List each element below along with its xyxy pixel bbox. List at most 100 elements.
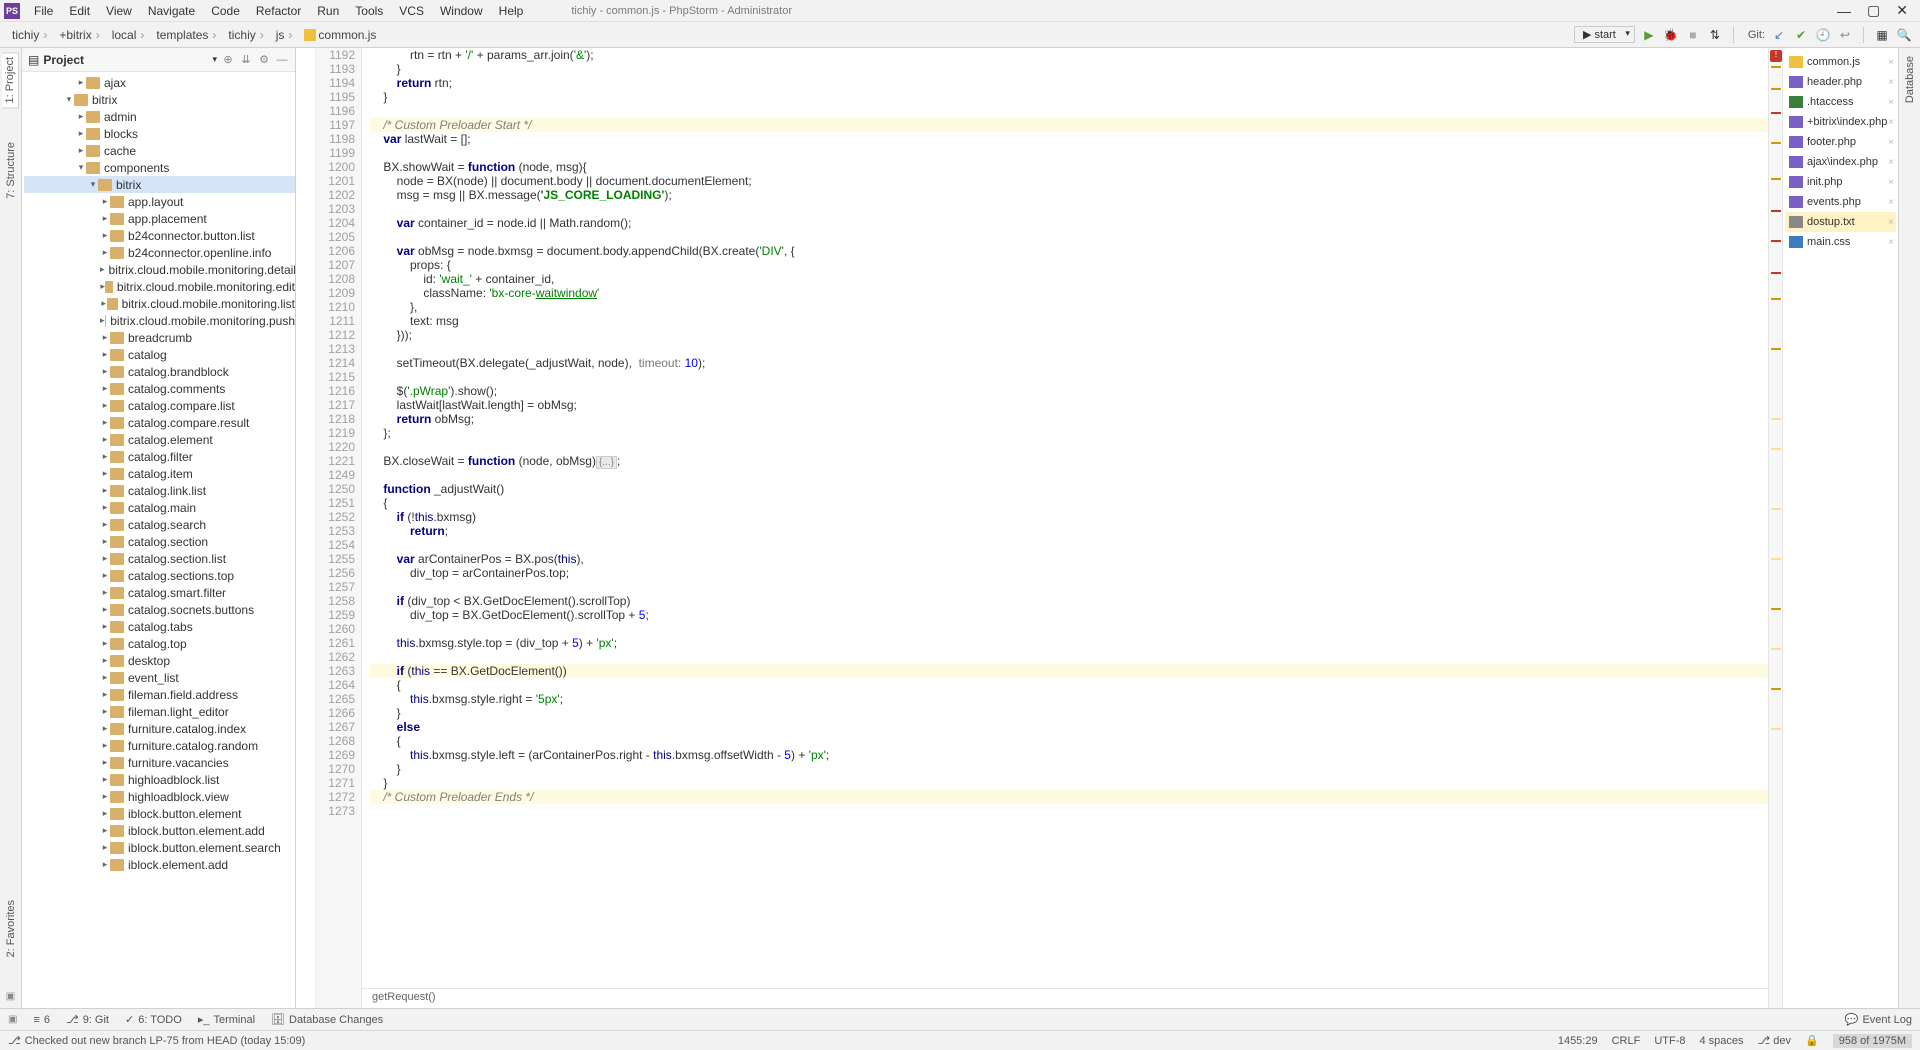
tree-node[interactable]: ▸app.layout xyxy=(24,193,295,210)
tree-node[interactable]: ▸catalog.comments xyxy=(24,380,295,397)
tree-node[interactable]: ▸cache xyxy=(24,142,295,159)
breadcrumb-segment[interactable]: js xyxy=(272,26,301,44)
tree-node[interactable]: ▸breadcrumb xyxy=(24,329,295,346)
tree-node[interactable]: ▸bitrix.cloud.mobile.monitoring.push xyxy=(24,312,295,329)
memory-indicator[interactable]: 958 of 1975M xyxy=(1833,1034,1912,1048)
locate-icon[interactable]: ⊕ xyxy=(221,53,235,67)
breadcrumb-segment[interactable]: +bitrix xyxy=(55,26,107,44)
inspection-indicator-icon[interactable]: ! xyxy=(1770,50,1782,62)
settings-icon[interactable]: ⚙ xyxy=(257,53,271,67)
tree-node[interactable]: ▸iblock.button.element.search xyxy=(24,839,295,856)
breadcrumb-segment[interactable]: tichiy xyxy=(8,26,55,44)
recent-file[interactable]: events.php× xyxy=(1785,192,1896,212)
tree-node[interactable]: ▸highloadblock.list xyxy=(24,771,295,788)
tree-node[interactable]: ▸catalog.socnets.buttons xyxy=(24,601,295,618)
recent-file[interactable]: header.php× xyxy=(1785,72,1896,92)
tree-node[interactable]: ▸catalog.link.list xyxy=(24,482,295,499)
rail-tab-database[interactable]: Database xyxy=(1902,52,1918,107)
tree-node[interactable]: ▸furniture.catalog.index xyxy=(24,720,295,737)
breadcrumb-segment[interactable]: common.js xyxy=(300,26,380,44)
menu-window[interactable]: Window xyxy=(432,2,491,20)
menu-vcs[interactable]: VCS xyxy=(391,2,432,20)
tree-node[interactable]: ▸admin xyxy=(24,108,295,125)
project-tree[interactable]: ▸ajax▾bitrix▸admin▸blocks▸cache▾componen… xyxy=(22,72,295,1008)
editor-code[interactable]: rtn = rtn + '/' + params_arr.join('&'); … xyxy=(362,48,1768,988)
toolwin-toggle-icon[interactable]: ▣ xyxy=(8,1014,17,1025)
menu-view[interactable]: View xyxy=(98,2,140,20)
indent-info[interactable]: 4 spaces xyxy=(1700,1035,1744,1047)
recent-file[interactable]: main.css× xyxy=(1785,232,1896,252)
debug-icon[interactable]: 🐞 xyxy=(1663,27,1679,43)
menu-refactor[interactable]: Refactor xyxy=(248,2,309,20)
rail-tab-project[interactable]: 1: Project xyxy=(2,52,19,108)
breadcrumb-segment[interactable]: tichiy xyxy=(224,26,271,44)
lock-icon[interactable]: 🔒 xyxy=(1805,1034,1819,1047)
tree-node[interactable]: ▸app.placement xyxy=(24,210,295,227)
menu-help[interactable]: Help xyxy=(491,2,532,20)
maximize-icon[interactable]: ▢ xyxy=(1867,2,1880,19)
menu-tools[interactable]: Tools xyxy=(347,2,391,20)
rail-collapse-icon[interactable]: ▣ xyxy=(6,991,15,1002)
recent-file[interactable]: .htaccess× xyxy=(1785,92,1896,112)
tree-node[interactable]: ▸catalog.compare.list xyxy=(24,397,295,414)
tree-node[interactable]: ▸iblock.button.element.add xyxy=(24,822,295,839)
tw-eventlog[interactable]: 💬 Event Log xyxy=(1845,1013,1912,1026)
tree-node[interactable]: ▸iblock.element.add xyxy=(24,856,295,873)
tree-node[interactable]: ▾bitrix xyxy=(24,176,295,193)
tree-node[interactable]: ▾components xyxy=(24,159,295,176)
tree-node[interactable]: ▸catalog.smart.filter xyxy=(24,584,295,601)
tree-node[interactable]: ▸furniture.vacancies xyxy=(24,754,295,771)
tree-node[interactable]: ▸catalog.brandblock xyxy=(24,363,295,380)
tree-node[interactable]: ▸fileman.light_editor xyxy=(24,703,295,720)
search-everywhere-icon[interactable]: 🔍 xyxy=(1896,27,1912,43)
tree-node[interactable]: ▸furniture.catalog.random xyxy=(24,737,295,754)
recent-file[interactable]: ajax\index.php× xyxy=(1785,152,1896,172)
tree-node[interactable]: ▸catalog.section.list xyxy=(24,550,295,567)
tree-node[interactable]: ▸desktop xyxy=(24,652,295,669)
tree-node[interactable]: ▸catalog.tabs xyxy=(24,618,295,635)
caret-position[interactable]: 1455:29 xyxy=(1558,1035,1598,1047)
run-icon[interactable]: ▶ xyxy=(1641,27,1657,43)
tree-node[interactable]: ▸catalog.element xyxy=(24,431,295,448)
menu-file[interactable]: File xyxy=(26,2,61,20)
tw-terminal[interactable]: ▸_ Terminal xyxy=(198,1013,255,1026)
tw-todo[interactable]: ✓ 6: TODO xyxy=(125,1013,182,1026)
tree-node[interactable]: ▾bitrix xyxy=(24,91,295,108)
tree-node[interactable]: ▸catalog xyxy=(24,346,295,363)
menu-code[interactable]: Code xyxy=(203,2,248,20)
minimize-icon[interactable]: — xyxy=(1837,3,1851,19)
git-update-icon[interactable]: ↙ xyxy=(1771,27,1787,43)
menu-run[interactable]: Run xyxy=(309,2,347,20)
tree-node[interactable]: ▸highloadblock.view xyxy=(24,788,295,805)
breadcrumb-segment[interactable]: local xyxy=(108,26,153,44)
editor-breadcrumb[interactable]: getRequest() xyxy=(362,988,1768,1008)
rail-tab-structure[interactable]: 7: Structure xyxy=(3,138,19,203)
recent-file[interactable]: +bitrix\index.php× xyxy=(1785,112,1896,132)
menu-edit[interactable]: Edit xyxy=(61,2,98,20)
tree-node[interactable]: ▸iblock.button.element xyxy=(24,805,295,822)
menu-navigate[interactable]: Navigate xyxy=(140,2,203,20)
tree-node[interactable]: ▸b24connector.button.list xyxy=(24,227,295,244)
tree-node[interactable]: ▸b24connector.openline.info xyxy=(24,244,295,261)
tree-node[interactable]: ▸bitrix.cloud.mobile.monitoring.list xyxy=(24,295,295,312)
project-structure-icon[interactable]: ▦ xyxy=(1874,27,1890,43)
file-encoding[interactable]: UTF-8 xyxy=(1654,1035,1685,1047)
tree-node[interactable]: ▸catalog.main xyxy=(24,499,295,516)
tree-node[interactable]: ▸catalog.search xyxy=(24,516,295,533)
error-stripe[interactable]: ! xyxy=(1768,48,1782,1008)
line-separator[interactable]: CRLF xyxy=(1612,1035,1641,1047)
stop-icon[interactable]: ■ xyxy=(1685,27,1701,43)
recent-file[interactable]: footer.php× xyxy=(1785,132,1896,152)
tree-node[interactable]: ▸bitrix.cloud.mobile.monitoring.edit xyxy=(24,278,295,295)
tree-node[interactable]: ▸ajax xyxy=(24,74,295,91)
tree-node[interactable]: ▸catalog.compare.result xyxy=(24,414,295,431)
tree-node[interactable]: ▸catalog.section xyxy=(24,533,295,550)
tw-git[interactable]: ⎇ 9: Git xyxy=(66,1013,109,1026)
update-icon[interactable]: ⇅ xyxy=(1707,27,1723,43)
collapse-all-icon[interactable]: ⇊ xyxy=(239,53,253,67)
tree-node[interactable]: ▸blocks xyxy=(24,125,295,142)
git-branch[interactable]: ⎇ dev xyxy=(1758,1034,1791,1047)
close-icon[interactable]: ✕ xyxy=(1896,2,1908,19)
editor-gutter[interactable]: 1192119311941195119611971198119912001201… xyxy=(316,48,362,1008)
tree-node[interactable]: ▸catalog.top xyxy=(24,635,295,652)
